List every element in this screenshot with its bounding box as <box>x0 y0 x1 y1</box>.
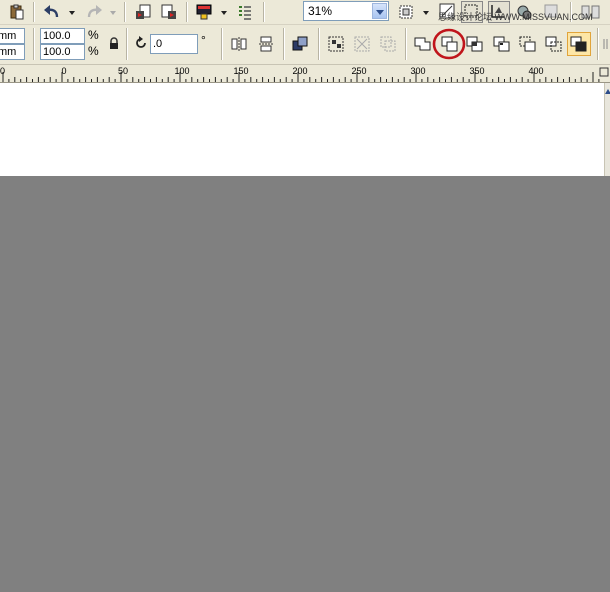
toolbar-overflow-icon[interactable] <box>602 37 610 51</box>
export-icon[interactable] <box>160 3 178 21</box>
object-height-unit: mm <box>0 46 17 58</box>
vertical-scrollbar[interactable] <box>604 83 610 176</box>
import-icon[interactable] <box>134 3 152 21</box>
arrange-icon[interactable] <box>292 36 308 52</box>
create-boundary-icon <box>570 36 587 52</box>
welcome-screen-icon[interactable] <box>237 3 253 21</box>
ungroup-icon[interactable] <box>353 35 371 53</box>
paste-icon[interactable] <box>9 4 25 20</box>
ruler-label: 50 <box>118 66 128 76</box>
standard-toolbar: 31% 思缘设计论坛 WWW.MISSVUAN.COM <box>0 0 610 25</box>
rotation-unit: ° <box>201 33 206 47</box>
scale-x-field[interactable]: 100.0 <box>40 28 85 44</box>
undo-dropdown-icon[interactable] <box>69 11 75 15</box>
scale-y-unit: % <box>88 44 99 58</box>
undo-icon[interactable] <box>43 3 61 21</box>
scale-x-unit: % <box>88 28 99 42</box>
application-launcher-dropdown-icon[interactable] <box>221 11 227 15</box>
ruler-label: 400 <box>528 66 543 76</box>
weld-icon[interactable] <box>414 35 432 53</box>
ruler-settings-icon[interactable] <box>599 67 609 77</box>
view-dropdown-icon[interactable] <box>423 11 429 15</box>
ruler-label: 0 <box>61 66 66 76</box>
ruler-label: 50 <box>0 66 5 76</box>
application-launcher-icon[interactable] <box>195 3 213 21</box>
mirror-vertical-icon[interactable] <box>258 36 274 52</box>
front-minus-back-icon[interactable] <box>519 35 537 53</box>
redo-dropdown-icon[interactable] <box>110 11 116 15</box>
highlight-circle-annotation <box>432 28 466 60</box>
zoom-dropdown-button[interactable] <box>372 3 387 19</box>
ruler-label: 350 <box>469 66 484 76</box>
ruler-label: 150 <box>233 66 248 76</box>
ruler-label: 300 <box>410 66 425 76</box>
rotate-icon[interactable] <box>134 36 148 50</box>
simplify-icon[interactable] <box>493 35 511 53</box>
full-screen-icon[interactable] <box>397 3 415 21</box>
scroll-up-arrow[interactable] <box>605 89 610 94</box>
ruler-label: 200 <box>292 66 307 76</box>
scale-y-value: 100.0 <box>43 46 71 58</box>
ruler-label: 250 <box>351 66 366 76</box>
horizontal-ruler[interactable]: 50 0 50 100 150 200 250 300 350 400 <box>0 65 610 83</box>
zoom-level-value: 31% <box>308 4 333 18</box>
scale-y-field[interactable]: 100.0 <box>40 44 85 60</box>
zoom-level-select[interactable]: 31% <box>303 1 389 21</box>
rotation-angle-value: .0 <box>153 38 163 50</box>
drawing-page[interactable] <box>0 83 604 176</box>
watermark-text: 思缘设计论坛 WWW.MISSVUAN.COM <box>438 12 593 22</box>
property-bar: mm mm 100.0 100.0 % % .0 ° <box>0 25 610 65</box>
ruler-label: 100 <box>174 66 189 76</box>
group-icon[interactable] <box>327 35 345 53</box>
workspace-background <box>0 176 610 592</box>
object-height-field[interactable]: mm <box>0 44 25 60</box>
rotation-angle-field[interactable]: .0 <box>150 34 198 54</box>
intersect-icon[interactable] <box>466 35 484 53</box>
object-width-unit: mm <box>0 30 17 42</box>
object-width-field[interactable]: mm <box>0 28 25 44</box>
scale-x-value: 100.0 <box>43 30 71 42</box>
lock-ratio-icon[interactable] <box>108 37 120 51</box>
mirror-horizontal-icon[interactable] <box>231 36 247 52</box>
back-minus-front-icon[interactable] <box>545 35 563 53</box>
redo-icon[interactable] <box>85 3 103 21</box>
ungroup-all-icon[interactable] <box>379 35 397 53</box>
